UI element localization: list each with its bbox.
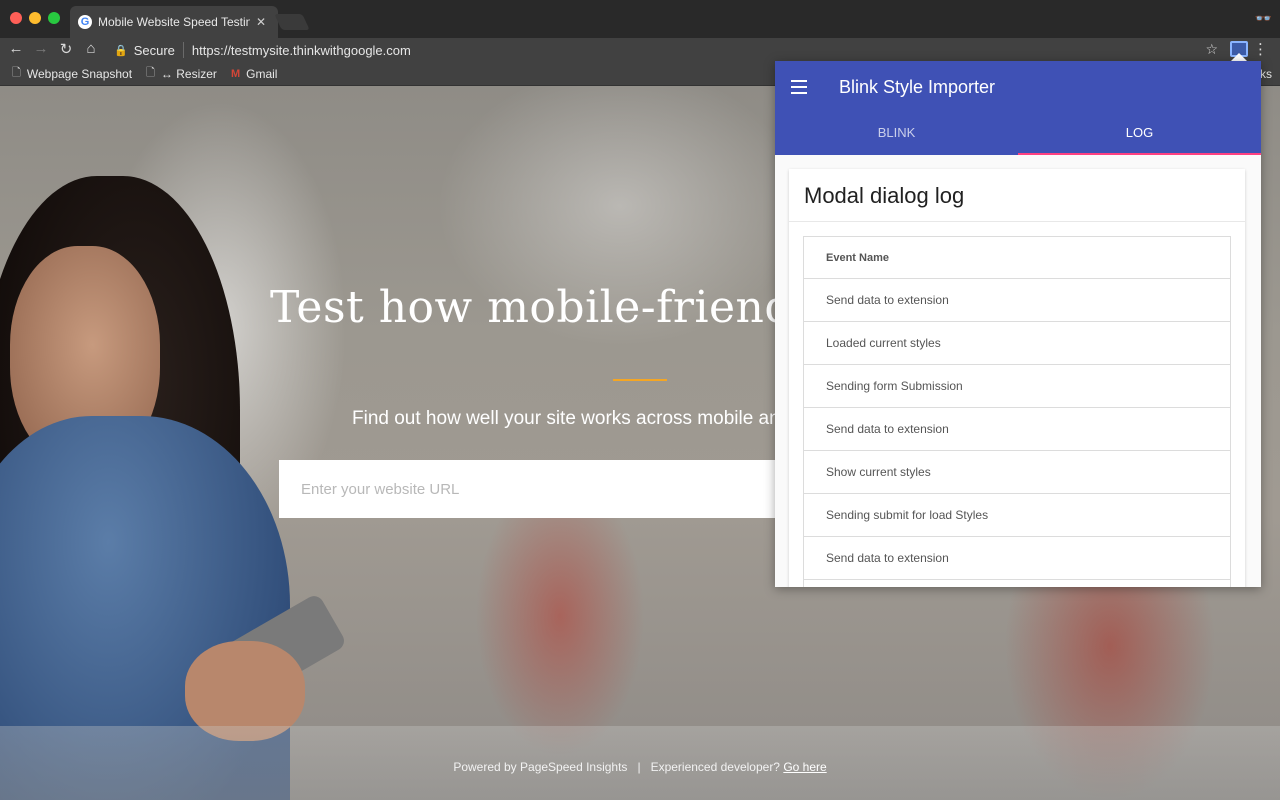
bookmark-label: Gmail — [246, 66, 278, 81]
table-row[interactable]: Sending submit for load Styles — [803, 493, 1231, 537]
security-label: Secure — [133, 42, 175, 58]
page-footer: Powered by PageSpeed Insights | Experience… — [0, 760, 1280, 774]
maximize-window-button[interactable] — [48, 12, 60, 24]
gmail-icon: M — [230, 67, 241, 80]
table-row[interactable]: Send data to extension — [803, 407, 1231, 451]
hamburger-menu-icon[interactable] — [791, 80, 809, 94]
browser-tab[interactable]: G Mobile Website Speed Testing ✕ — [70, 6, 278, 38]
new-tab-button[interactable] — [274, 14, 310, 30]
back-arrow-icon[interactable]: ← — [7, 40, 25, 57]
website-url-input[interactable] — [279, 460, 779, 518]
card-divider — [789, 221, 1245, 222]
extension-popup: Blink Style Importer BLINK LOG Modal dia… — [775, 61, 1261, 587]
go-here-link[interactable]: Go here — [783, 760, 826, 774]
bookmarks-overflow-label[interactable]: ks — [1260, 67, 1272, 81]
event-name-cell: Loaded current styles — [803, 321, 1231, 365]
browser-toolbar: ← → ↻ ⌂ 🔒 Secure https://testmysite.thin… — [0, 38, 1280, 62]
event-name-cell: Sending form Submission — [803, 364, 1231, 408]
footer-separator: | — [637, 760, 641, 774]
table-row[interactable]: Sending form Submission — [803, 364, 1231, 408]
bookmark-gmail[interactable]: M Gmail — [231, 67, 278, 81]
event-name-cell: Show current styles — [803, 450, 1231, 494]
powered-by-text: Powered by PageSpeed Insights — [453, 760, 628, 774]
card-title: Modal dialog log — [804, 183, 965, 208]
url-text[interactable]: https://testmysite.thinkwithgoogle.com — [192, 43, 411, 58]
event-log-table: Event Name Send data to extension Loaded… — [803, 236, 1231, 587]
popup-tabs: BLINK LOG — [775, 117, 1261, 155]
event-name-cell: Send data to extension — [803, 407, 1231, 451]
reload-icon[interactable]: ↻ — [57, 40, 75, 58]
browser-titlebar: G Mobile Website Speed Testing ✕ 👓 — [0, 0, 1280, 38]
table-row[interactable] — [803, 579, 1231, 587]
table-row[interactable]: Show current styles — [803, 450, 1231, 494]
page-headline: Test how mobile-friendly — [270, 282, 833, 333]
event-name-cell — [803, 579, 1231, 587]
log-card: Modal dialog log Event Name Send data to… — [789, 169, 1245, 587]
close-window-button[interactable] — [10, 12, 22, 24]
home-icon[interactable]: ⌂ — [82, 40, 100, 57]
tab-close-icon[interactable]: ✕ — [256, 15, 266, 29]
developer-text: Experienced developer? — [650, 760, 780, 774]
tab-blink[interactable]: BLINK — [775, 117, 1018, 155]
page-icon: 🗋 — [146, 67, 155, 79]
popup-title: Blink Style Importer — [839, 77, 996, 97]
event-name-cell: Send data to extension — [803, 278, 1231, 322]
forward-arrow-icon[interactable]: → — [32, 40, 50, 57]
table-header-row: Event Name — [803, 236, 1231, 279]
bookmark-webpage-snapshot[interactable]: 🗋 Webpage Snapshot — [12, 64, 132, 83]
profile-icon[interactable]: 👓 — [1255, 10, 1272, 27]
headline-accent-divider — [613, 379, 667, 381]
event-name-cell: Send data to extension — [803, 536, 1231, 580]
popup-app-bar: Blink Style Importer BLINK LOG — [775, 61, 1261, 155]
table-row[interactable]: Send data to extension — [803, 536, 1231, 580]
column-header-event-name: Event Name — [803, 236, 1231, 279]
bookmark-label: ↔ Resizer — [160, 66, 217, 81]
tab-title: Mobile Website Speed Testing — [98, 15, 250, 29]
popup-content[interactable]: Modal dialog log Event Name Send data to… — [775, 155, 1261, 587]
page-icon: 🗋 — [12, 67, 21, 79]
table-row[interactable]: Send data to extension — [803, 278, 1231, 322]
address-separator — [182, 42, 184, 58]
lock-icon: 🔒 — [114, 44, 128, 57]
bookmark-resizer[interactable]: 🗋 ↔ Resizer — [146, 64, 217, 83]
tab-log[interactable]: LOG — [1018, 117, 1261, 155]
browser-menu-icon[interactable]: ⋮ — [1253, 40, 1268, 58]
bookmark-star-icon[interactable]: ☆ — [1205, 41, 1218, 58]
event-name-cell: Sending submit for load Styles — [803, 493, 1231, 537]
table-row[interactable]: Loaded current styles — [803, 321, 1231, 365]
minimize-window-button[interactable] — [29, 12, 41, 24]
popup-caret — [1231, 53, 1247, 61]
page-subheadline: Find out how well your site works across… — [352, 408, 780, 429]
bookmark-label: Webpage Snapshot — [26, 66, 133, 81]
address-bar[interactable]: 🔒 Secure https://testmysite.thinkwithgoo… — [106, 38, 1222, 62]
google-favicon-icon: G — [78, 15, 92, 29]
